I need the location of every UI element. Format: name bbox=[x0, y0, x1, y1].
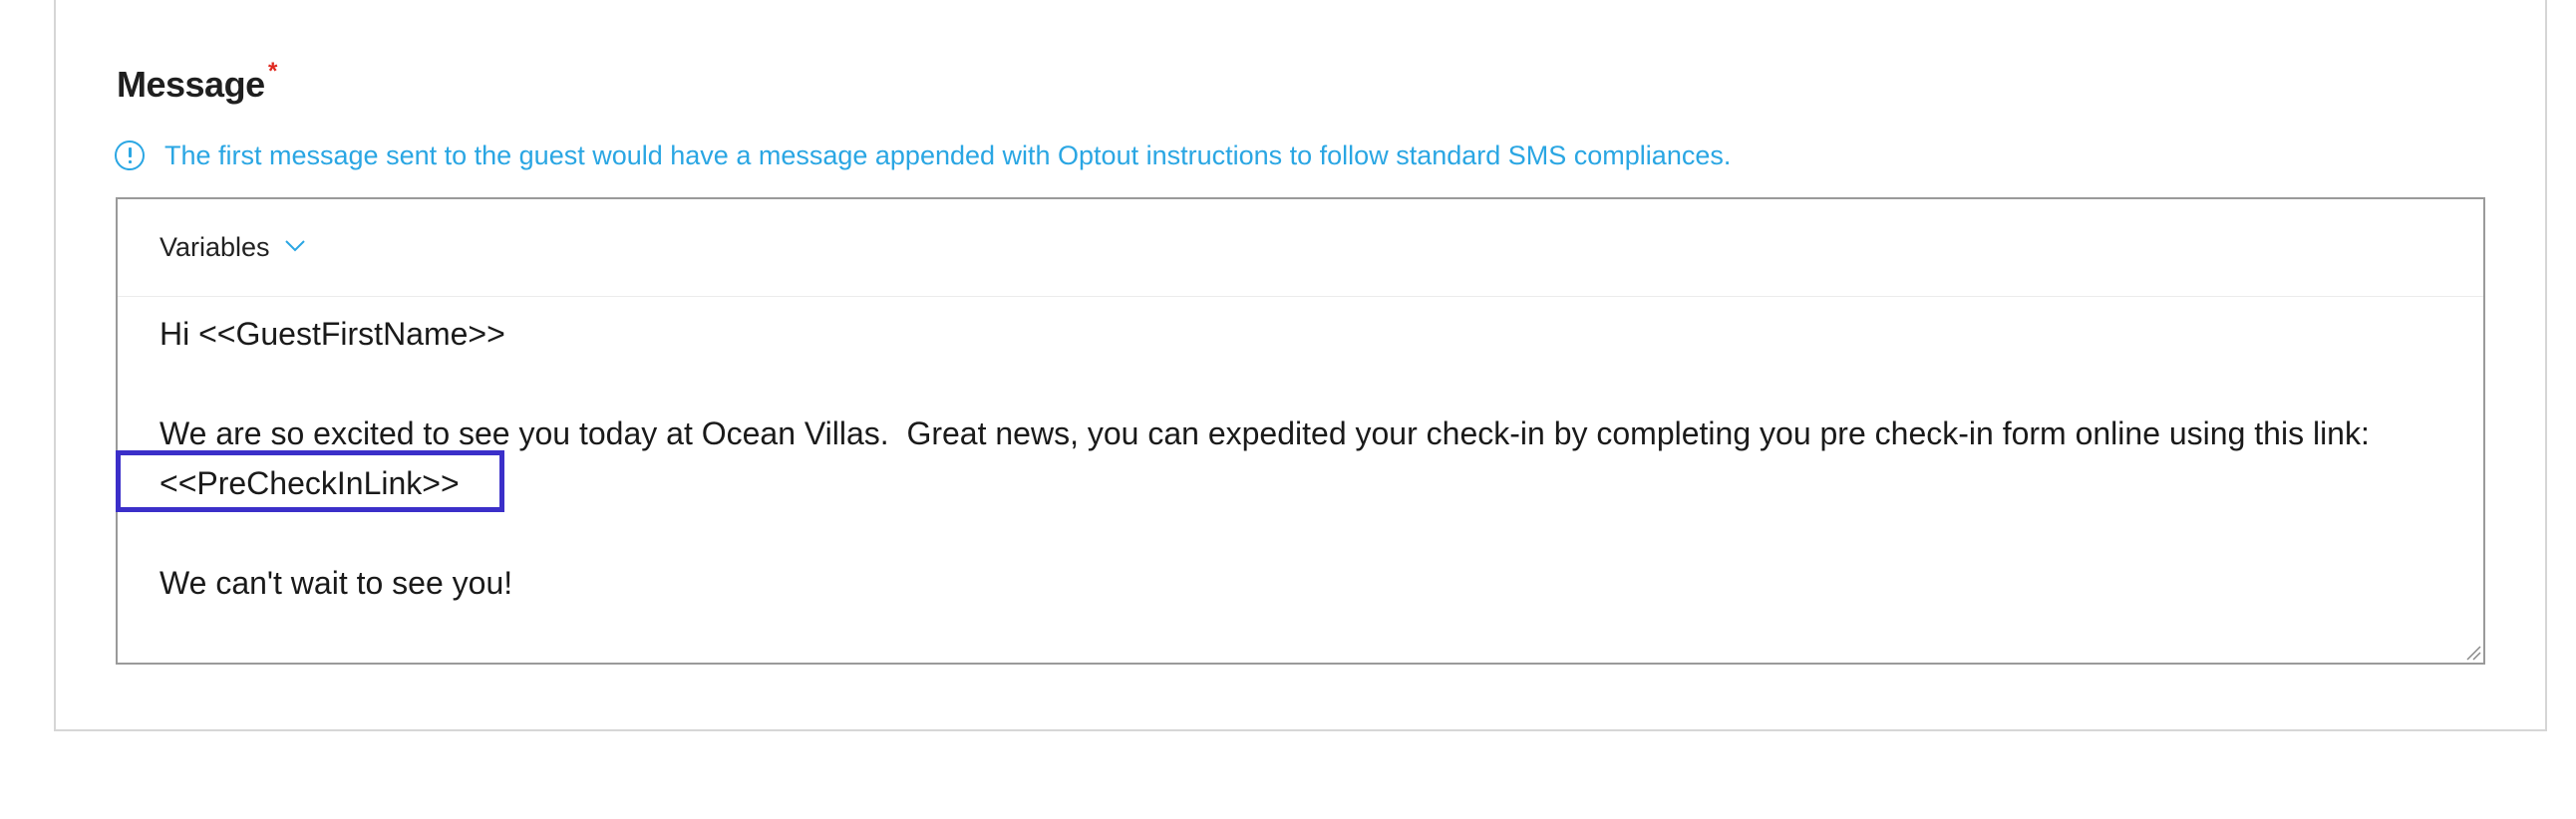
message-editor[interactable]: Variables Hi <<GuestFirstName>> We are s… bbox=[116, 197, 2485, 665]
message-line-body: We are so excited to see you today at Oc… bbox=[160, 415, 2370, 451]
info-circle-icon bbox=[115, 140, 145, 170]
resize-handle-icon[interactable] bbox=[2463, 643, 2481, 661]
required-indicator: * bbox=[268, 58, 278, 85]
info-text: The first message sent to the guest woul… bbox=[164, 139, 1732, 170]
message-line-precheckin-link-variable: <<PreCheckInLink>> bbox=[160, 465, 460, 501]
chevron-down-icon bbox=[284, 240, 305, 252]
section-title: Message bbox=[117, 64, 265, 105]
editor-toolbar: Variables bbox=[118, 199, 2483, 297]
variables-dropdown[interactable]: Variables bbox=[160, 227, 306, 267]
variables-label: Variables bbox=[160, 231, 270, 262]
message-line-blank bbox=[160, 359, 2432, 409]
message-line-greeting: Hi <<GuestFirstName>> bbox=[160, 316, 505, 352]
info-notice: The first message sent to the guest woul… bbox=[115, 137, 1731, 173]
message-line-blank bbox=[160, 508, 2432, 558]
message-line-closing: We can't wait to see you! bbox=[160, 565, 513, 601]
message-textarea[interactable]: Hi <<GuestFirstName>> We are so excited … bbox=[160, 309, 2432, 608]
